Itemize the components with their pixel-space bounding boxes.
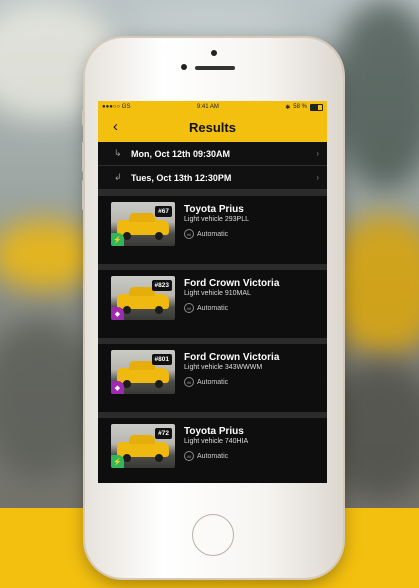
battery-percent: 58 % <box>293 104 307 110</box>
vehicle-card[interactable]: #823 ◆ Ford Crown Victoria Light vehicle… <box>98 270 327 338</box>
vehicle-model: Ford Crown Victoria <box>184 352 280 363</box>
chevron-left-icon[interactable]: ‹ <box>113 118 118 135</box>
transmission-icon: M <box>184 377 194 387</box>
chevron-right-icon: › <box>316 173 319 182</box>
mute-switch <box>82 110 85 126</box>
pickup-date: Mon, Oct 12th 09:30AM <box>131 148 231 159</box>
pickup-arrow-icon: ↳ <box>114 148 122 158</box>
vehicle-plate: Light vehicle 910MAL <box>184 290 251 297</box>
vehicle-photo: #72 ⚡ <box>111 424 175 468</box>
chevron-right-icon: › <box>316 149 319 158</box>
front-camera <box>211 50 217 56</box>
earpiece-speaker <box>195 66 235 70</box>
vehicle-photo: #67 ⚡ <box>111 202 175 246</box>
clock: 9:41 AM <box>196 104 219 110</box>
battery-icon <box>309 103 323 111</box>
vehicle-model: Toyota Prius <box>184 426 244 437</box>
volume-down-button <box>82 180 85 210</box>
vehicle-photo: #801 ◆ <box>111 350 175 394</box>
transmission-icon: M <box>184 451 194 461</box>
vehicle-number-tag: #823 <box>151 280 172 291</box>
app-screen: ●●●○○ GS 9:41 AM ✱ 58 % ‹ Results ↳ Mon,… <box>98 101 327 483</box>
vehicle-photo: #823 ◆ <box>111 276 175 320</box>
return-date-row[interactable]: ↲ Tues, Oct 13th 12:30PM › <box>98 166 327 190</box>
nav-bar: ‹ Results <box>98 113 327 142</box>
status-bar: ●●●○○ GS 9:41 AM ✱ 58 % <box>98 101 327 113</box>
transmission-label: Automatic <box>197 304 229 312</box>
return-arrow-icon: ↲ <box>114 172 122 182</box>
vehicle-number-tag: #801 <box>151 354 172 365</box>
home-button[interactable] <box>192 514 234 556</box>
premium-icon: ◆ <box>111 381 124 394</box>
vehicle-card[interactable]: #801 ◆ Ford Crown Victoria Light vehicle… <box>98 344 327 412</box>
transmission-label: Automatic <box>197 378 229 386</box>
pickup-date-row[interactable]: ↳ Mon, Oct 12th 09:30AM › <box>98 142 327 166</box>
transmission-label: Automatic <box>197 230 229 238</box>
transmission-icon: M <box>184 229 194 239</box>
premium-icon: ◆ <box>111 307 124 320</box>
vehicle-card[interactable]: #72 ⚡ Toyota Prius Light vehicle 740HIA … <box>98 418 327 483</box>
transmission-label: Automatic <box>197 452 229 460</box>
vehicle-plate: Light vehicle 293PLL <box>184 216 249 223</box>
vehicle-card[interactable]: #67 ⚡ Toyota Prius Light vehicle 293PLL … <box>98 196 327 264</box>
lightning-icon: ⚡ <box>111 455 124 468</box>
vehicle-number-tag: #72 <box>155 428 172 439</box>
vehicle-model: Toyota Prius <box>184 204 244 215</box>
lightning-icon: ⚡ <box>111 233 124 246</box>
page-title: Results <box>189 120 236 135</box>
volume-up-button <box>82 142 85 172</box>
vehicle-number-tag: #67 <box>155 206 172 217</box>
return-date: Tues, Oct 13th 12:30PM <box>131 172 232 183</box>
vehicle-plate: Light vehicle 343WWWM <box>184 364 263 371</box>
vehicle-plate: Light vehicle 740HIA <box>184 438 249 445</box>
vehicle-model: Ford Crown Victoria <box>184 278 280 289</box>
bluetooth-icon: ✱ <box>285 104 291 111</box>
phone-device: ●●●○○ GS 9:41 AM ✱ 58 % ‹ Results ↳ Mon,… <box>82 38 343 578</box>
transmission-icon: M <box>184 303 194 313</box>
proximity-sensor <box>181 64 187 70</box>
carrier-label: ●●●○○ GS <box>102 104 131 110</box>
